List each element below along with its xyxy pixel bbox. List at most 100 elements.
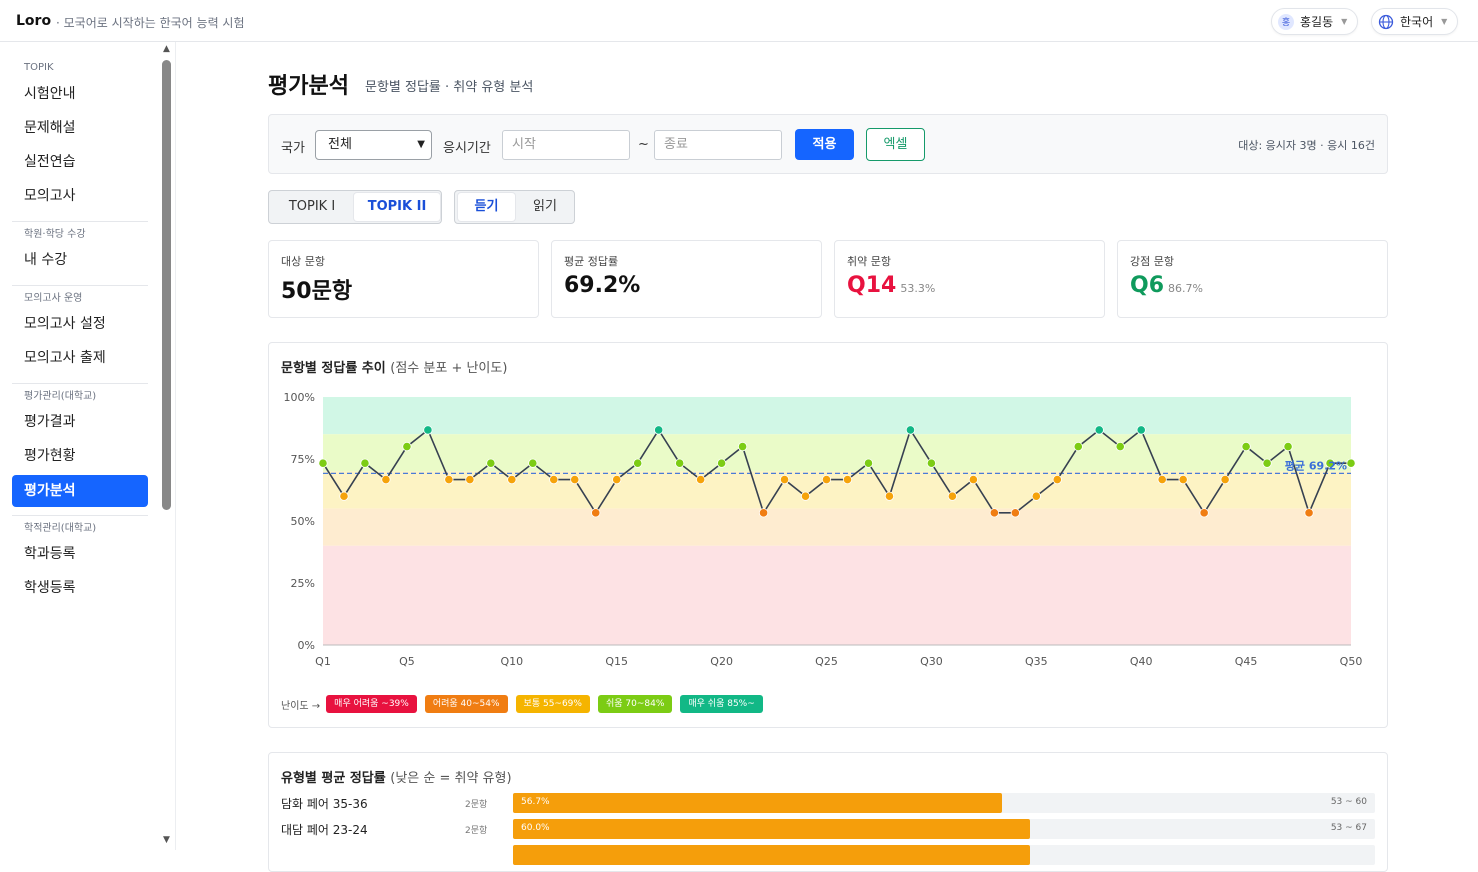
difficulty-legend: 난이도 → 매우 어려움 ~39% 어려움 40~54% 보통 55~69% 쉬…	[281, 695, 771, 713]
data-point	[1115, 441, 1125, 452]
card-sub: 86.7%	[1168, 282, 1203, 295]
data-point	[507, 474, 517, 485]
accuracy-chart-panel: 문항별 정답률 추이 (점수 분포 + 난이도) 100% 75% 50% 25% 0%…	[268, 342, 1388, 728]
card-value-text: 50문항	[281, 279, 353, 304]
sidebar-section-academy: 학원·학당 수강	[24, 229, 86, 240]
data-point	[318, 458, 328, 468]
type-pct: 60.0%	[521, 823, 550, 833]
card-value: 50문항	[281, 273, 352, 305]
tab-reading[interactable]: 읽기	[517, 193, 573, 221]
sidebar-item-mock-exam[interactable]: 모의고사	[12, 180, 148, 212]
period-label: 응시기간	[443, 141, 491, 156]
apply-button[interactable]: 적용	[795, 129, 854, 160]
sidebar-item-mock-authoring[interactable]: 모의고사 출제	[12, 342, 148, 374]
type-bar-fill	[513, 845, 1031, 865]
language-menu[interactable]: 한국어 ▼	[1371, 8, 1459, 35]
stat-card-strongest: 강점 문항 Q6 86.7%	[1117, 240, 1388, 318]
country-select[interactable]: 전체 ▼	[315, 130, 432, 160]
sidebar-section-topik: TOPIK	[24, 62, 54, 73]
brand-logo[interactable]: Loro	[16, 13, 51, 29]
data-point	[842, 474, 853, 485]
data-point	[1262, 458, 1272, 468]
main-content: 평가분석 문항별 정답률 · 취약 유형 분석 국가 전체 ▼ 응시기간 시작 …	[176, 42, 1478, 872]
sidebar-divider	[12, 383, 148, 384]
y-tick-label: 75%	[291, 453, 315, 466]
scroll-up-arrow[interactable]: ▲	[163, 44, 170, 54]
type-name: 담화 페어 35-36	[281, 797, 368, 811]
x-tick-label: Q20	[710, 655, 733, 668]
end-date-input[interactable]: 종료	[654, 130, 782, 160]
tagline-text: 모국어로 시작하는 한국어 능력 시험	[63, 16, 245, 30]
excel-button[interactable]: 엑셀	[866, 128, 925, 161]
sidebar-item-eval-analysis[interactable]: 평가분석	[12, 475, 148, 507]
country-label: 국가	[281, 141, 305, 156]
data-point	[779, 474, 790, 485]
difficulty-band	[323, 471, 1351, 509]
x-tick-label: Q1	[315, 655, 331, 668]
page-subtitle: 문항별 정답률 · 취약 유형 분석	[365, 80, 534, 95]
chart-title-note: (점수 분포 + 난이도)	[390, 361, 508, 376]
data-point	[1010, 508, 1020, 518]
data-point	[423, 425, 433, 435]
data-point	[654, 425, 664, 435]
data-point	[1283, 441, 1293, 452]
sidebar-item-dept-register[interactable]: 학과등록	[12, 538, 148, 570]
sidebar-scrollbar-thumb[interactable]	[162, 60, 171, 510]
card-value: Q14 53.3%	[847, 273, 935, 298]
data-point	[339, 491, 349, 501]
type-range: 53 ~ 67	[1330, 823, 1367, 833]
user-menu[interactable]: 홍 홍길동 ▼	[1271, 8, 1359, 35]
x-tick-label: Q10	[500, 655, 523, 668]
data-point	[1304, 508, 1314, 518]
tab-topik-2[interactable]: TOPIK II	[354, 193, 440, 221]
data-point	[486, 458, 496, 468]
type-panel-title-text: 유형별 평균 정답률	[281, 771, 386, 786]
data-point	[1199, 508, 1209, 518]
data-point	[612, 474, 622, 485]
sidebar-section-mock-ops: 모의고사 운영	[24, 293, 83, 304]
card-value-text: Q14	[847, 273, 897, 298]
avatar: 홍	[1278, 13, 1294, 30]
data-point	[737, 441, 748, 452]
sidebar-item-student-register[interactable]: 학생등록	[12, 572, 148, 604]
data-point	[1052, 474, 1062, 485]
sidebar-item-eval-status[interactable]: 평가현황	[12, 440, 148, 472]
type-name: 대담 페어 23-24	[281, 823, 368, 837]
card-label: 강점 문항	[1130, 255, 1174, 268]
sidebar-item-practice[interactable]: 실전연습	[12, 146, 148, 178]
data-point	[1346, 458, 1356, 468]
card-sub: 53.3%	[900, 282, 936, 295]
type-bar-fill: 60.0%	[513, 819, 1031, 839]
sidebar-item-eval-results[interactable]: 평가결과	[12, 406, 148, 438]
sidebar-item-my-courses[interactable]: 내 수강	[12, 244, 148, 276]
start-date-input[interactable]: 시작	[502, 130, 630, 160]
sidebar-section-evaluation: 평가관리(대학교)	[24, 391, 97, 402]
brand-tagline: · 모국어로 시작하는 한국어 능력 시험	[56, 16, 245, 30]
data-point	[1241, 441, 1251, 452]
scroll-down-arrow[interactable]: ▼	[163, 835, 170, 845]
tab-topik-1[interactable]: TOPIK I	[272, 193, 352, 221]
x-tick-label: Q25	[815, 655, 838, 668]
stat-card-total: 대상 문항 50문항	[268, 240, 539, 318]
data-point	[1157, 474, 1167, 485]
type-bar-track	[513, 845, 1375, 865]
sidebar-item-exam-info[interactable]: 시험안내	[12, 78, 148, 110]
sidebar-item-mock-settings[interactable]: 모의고사 설정	[12, 308, 148, 340]
data-point	[633, 458, 643, 468]
x-tick-label: Q30	[920, 655, 943, 668]
data-point	[758, 508, 769, 518]
card-label: 취약 문항	[847, 255, 891, 268]
level-tabs: TOPIK I TOPIK II	[268, 190, 442, 224]
top-bar: Loro · 모국어로 시작하는 한국어 능력 시험 홍 홍길동 ▼ 한국어 ▼	[0, 0, 1478, 42]
legend-chip-hard: 어려움 40~54%	[424, 695, 508, 713]
data-point	[926, 458, 937, 468]
data-point	[381, 474, 391, 485]
sidebar-item-explanations[interactable]: 문제해설	[12, 112, 148, 144]
difficulty-band	[323, 545, 1351, 645]
type-panel-title: 유형별 평균 정답률 (낮은 순 = 취약 유형)	[281, 767, 512, 786]
data-point	[591, 508, 601, 518]
difficulty-band	[323, 434, 1351, 472]
tab-listening[interactable]: 듣기	[458, 193, 515, 221]
data-point	[360, 458, 370, 468]
type-range: 53 ~ 60	[1330, 797, 1367, 807]
